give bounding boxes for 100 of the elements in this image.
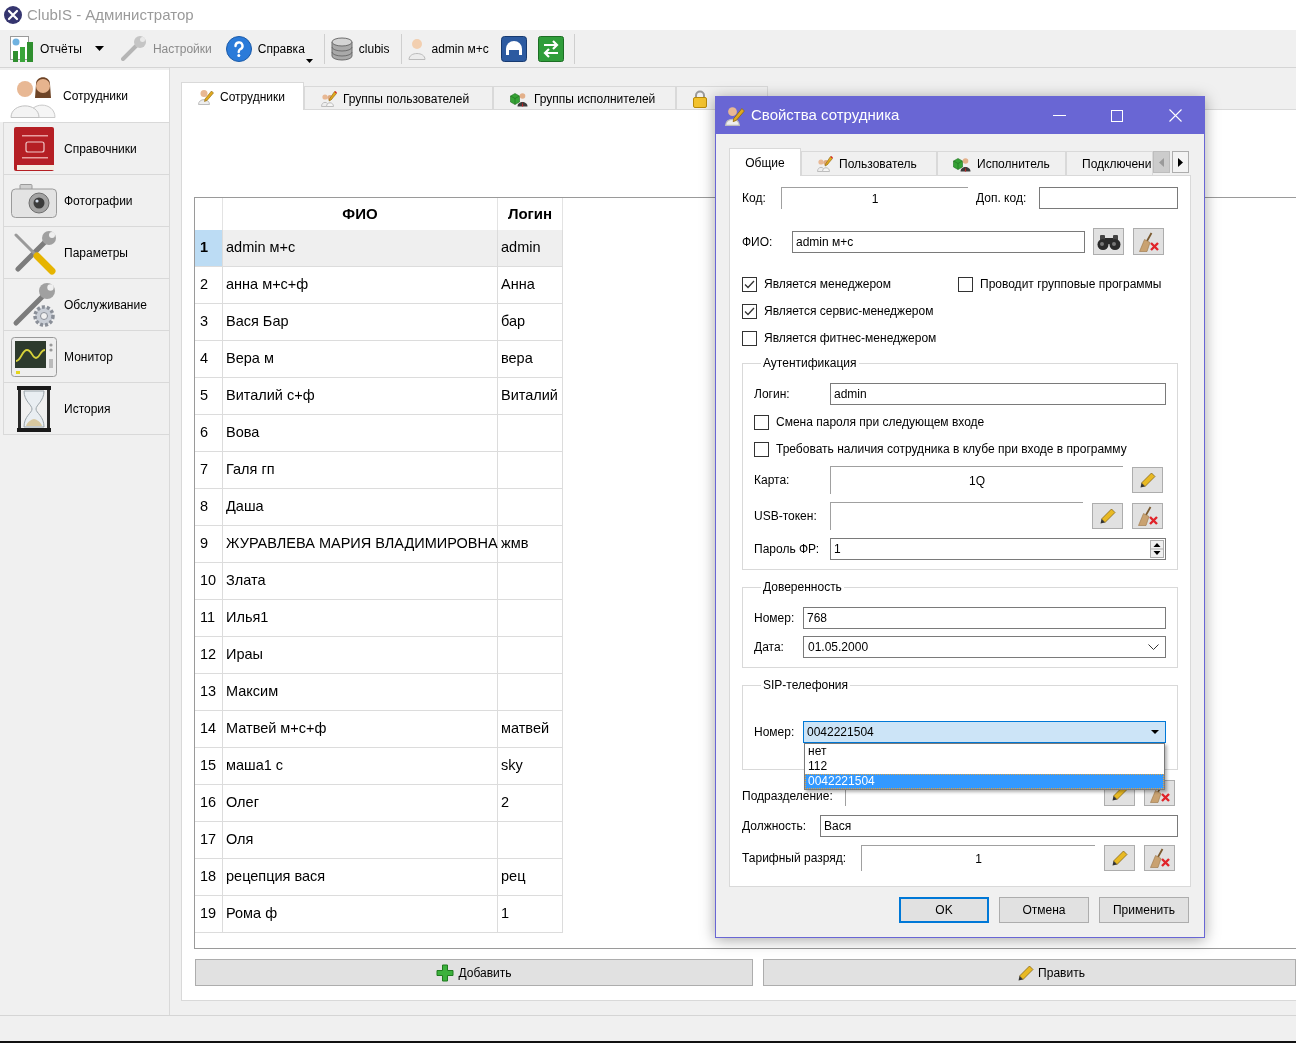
tab[interactable]: Исполнитель <box>937 151 1066 176</box>
clear-button[interactable] <box>1144 845 1175 871</box>
table-row[interactable]: 13 Максим <box>195 674 563 711</box>
toolbar-button[interactable]: Справка <box>223 32 315 65</box>
checkbox[interactable] <box>754 441 769 457</box>
checkbox[interactable] <box>754 414 769 430</box>
table-row[interactable]: 1 admin м+с admin <box>195 230 563 267</box>
table-cell-text: Максим <box>226 682 279 702</box>
table-cell-text: Ираы <box>226 645 263 665</box>
monitor-icon <box>11 336 57 377</box>
checkbox[interactable] <box>742 276 757 292</box>
table-row[interactable]: 18 рецепция вася рец <box>195 859 563 896</box>
table-row[interactable]: 19 Рома ф 1 <box>195 896 563 933</box>
padlock-icon <box>693 89 707 108</box>
text-field[interactable] <box>1039 187 1178 209</box>
dialog-button[interactable]: Отмена <box>999 897 1089 923</box>
row-number: 4 <box>195 341 223 377</box>
pencil-icon <box>1139 472 1156 488</box>
book-icon <box>14 126 54 171</box>
action-button[interactable]: Добавить <box>195 959 753 986</box>
table-cell-text: 1 <box>501 904 510 924</box>
table-row[interactable]: 12 Ираы <box>195 637 563 674</box>
checkbox[interactable] <box>742 330 757 346</box>
wrench-icon <box>118 34 147 63</box>
tab[interactable]: Группы исполнителей <box>493 86 676 110</box>
table-row[interactable]: 7 Галя гп <box>195 452 563 489</box>
table-cell-text: Виталий <box>501 386 558 406</box>
window-title: ClubIS - Администратор <box>27 4 194 25</box>
table-row[interactable]: 16 Олег 2 <box>195 785 563 822</box>
close-icon <box>1168 109 1182 122</box>
table-cell-text: Рома ф <box>226 904 278 924</box>
broom-clear-icon <box>1149 848 1170 868</box>
tab[interactable]: Группы пользователей <box>304 86 493 110</box>
broom-clear-icon <box>1138 231 1159 252</box>
spin-field[interactable]: 1 <box>830 538 1166 560</box>
sidebar-item[interactable]: Фотографии <box>3 174 169 226</box>
toolbar-button[interactable]: Отчёты <box>8 32 84 65</box>
checkbox[interactable] <box>742 303 757 319</box>
checkbox[interactable] <box>958 276 973 292</box>
tab[interactable]: Сотрудники <box>181 82 304 110</box>
wrench-gear-icon <box>11 281 57 328</box>
row-number: 10 <box>195 563 223 599</box>
dropdown-field[interactable]: 0042221504 <box>803 721 1166 743</box>
table-row[interactable]: 8 Даша <box>195 489 563 526</box>
table-cell-text: sky <box>501 756 523 776</box>
checkbox-label: Является менеджером <box>764 276 891 293</box>
table-cell-text: admin <box>501 238 541 258</box>
table-cell-text: жмв <box>501 534 529 554</box>
sidebar-item[interactable]: История <box>3 382 169 434</box>
text-field[interactable]: admin <box>830 383 1166 405</box>
table-row[interactable]: 17 Оля <box>195 822 563 859</box>
text-field[interactable]: 768 <box>803 607 1166 629</box>
table-row[interactable]: 15 маша1 с sky <box>195 748 563 785</box>
dropdown-option[interactable]: нет <box>805 744 1164 759</box>
toolbar-button[interactable]: admin м+с <box>405 32 491 65</box>
row-number: 15 <box>195 748 223 784</box>
table-row[interactable]: 9 ЖУРАВЛЕВА МАРИЯ ВЛАДИМИРОВНА жмв <box>195 526 563 563</box>
table-row[interactable]: 6 Вова <box>195 415 563 452</box>
scroll-right-button[interactable] <box>1172 151 1189 173</box>
toolbar-button[interactable] <box>499 34 528 63</box>
action-button[interactable]: Править <box>763 959 1296 986</box>
field-label: Дата: <box>754 639 785 656</box>
clear-button[interactable] <box>1132 503 1163 529</box>
dropdown-option[interactable]: 112 <box>805 759 1164 774</box>
sidebar-item[interactable]: Монитор <box>3 330 169 382</box>
table-cell-text: admin м+с <box>226 238 296 258</box>
toolbar-button[interactable] <box>536 34 565 63</box>
people-icon <box>10 74 56 118</box>
row-number: 18 <box>195 859 223 895</box>
table-cell-text: Илья1 <box>226 608 269 628</box>
table-row[interactable]: 2 анна м+с+ф Анна <box>195 267 563 304</box>
table-row[interactable]: 5 Виталий с+ф Виталий <box>195 378 563 415</box>
search-button[interactable] <box>1093 228 1124 255</box>
row-number: 14 <box>195 711 223 747</box>
cube-person-icon <box>953 156 971 172</box>
text-field[interactable]: admin м+с <box>792 230 1085 253</box>
clear-button[interactable] <box>1133 228 1164 255</box>
sidebar-item[interactable]: Сотрудники <box>0 70 169 122</box>
spin-arrows-icon <box>1150 540 1164 558</box>
table-row[interactable]: 11 Илья1 <box>195 600 563 637</box>
checkbox-label: Смена пароля при следующем входе <box>776 414 985 431</box>
table-row[interactable]: 4 Вера м вера <box>195 341 563 378</box>
table-cell-text: анна м+с+ф <box>226 275 309 295</box>
sidebar-item[interactable]: Справочники <box>3 122 169 174</box>
tab[interactable]: Подключени <box>1066 151 1153 176</box>
toolbar-button[interactable]: clubis <box>328 32 392 65</box>
dialog-button[interactable]: OK <box>899 897 989 923</box>
tab[interactable]: Пользователь <box>801 151 937 176</box>
table-row[interactable]: 3 Вася Бар бар <box>195 304 563 341</box>
table-row[interactable]: 10 Злата <box>195 563 563 600</box>
table-cell-text: Даша <box>226 497 264 517</box>
checkbox-label: Является фитнес-менеджером <box>764 330 937 347</box>
readonly-field: 1Q <box>830 466 1123 494</box>
tab[interactable]: Общие <box>729 148 801 176</box>
text-field[interactable]: Вася <box>820 815 1178 837</box>
dialog-button[interactable]: Применить <box>1099 897 1189 923</box>
table-row[interactable]: 14 Матвей м+с+ф матвей <box>195 711 563 748</box>
date-field[interactable]: 01.05.2000 <box>803 636 1166 658</box>
sidebar-item[interactable]: Параметры <box>3 226 169 278</box>
sidebar-item[interactable]: Обслуживание <box>3 278 169 330</box>
